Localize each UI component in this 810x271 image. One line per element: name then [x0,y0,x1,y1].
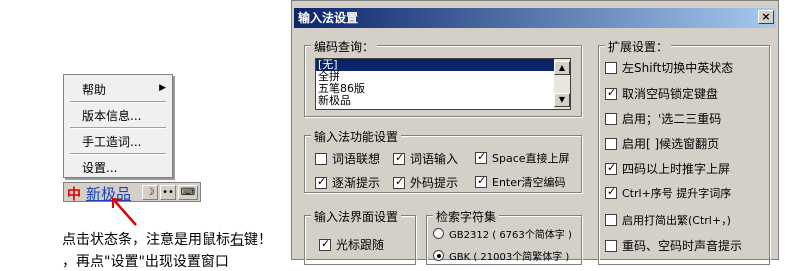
checkbox-word-input[interactable]: 词语输入 [393,150,458,167]
radio-button[interactable] [433,250,444,261]
checkbox-label: 逐渐提示 [332,176,381,190]
checkbox-label: 外码提示 [410,176,459,190]
checkbox-traditional-output[interactable]: 启用打简出繁(Ctrl+，) [605,212,731,228]
checkbox-enter-clear[interactable]: Enter清空编码 [475,174,566,190]
menu-item-label: 帮助 [82,83,107,97]
instruction-line-1: 点击状态条，注意是用鼠标右键！ [62,229,272,249]
checkbox-ctrl-number[interactable]: Ctrl+序号 提升字词序 [605,185,731,201]
instruction-line-2: ，再点"设置"出现设置窗口 [62,251,229,271]
extension-settings-group: 扩展设置： 左Shift切换中英状态 取消空码锁定键盘 启用；'选二三重码 启用… [598,38,770,265]
caption-text: 键！ [244,232,272,248]
menu-item-version[interactable]: 版本信息... [82,107,141,124]
checkbox-label: 词语输入 [410,152,459,166]
context-menu: 帮助 ▶ 版本信息... 手工造词... 设置... [63,74,173,178]
checkbox-box[interactable] [605,214,617,226]
keyboard-icon[interactable]: ⌨ [178,185,198,200]
group-title: 扩展设置： [605,38,672,55]
menu-separator [70,101,166,103]
checkbox-word-association[interactable]: 词语联想 [315,150,380,167]
checkbox-sound-hint[interactable]: 重码、空码时声音提示 [605,237,742,254]
checkbox-label: 左Shift切换中英状态 [622,61,734,75]
checkbox-label: 词语联想 [332,152,381,166]
scroll-down-icon[interactable]: ▼ [554,93,570,107]
radio-label: GBK ( 21003个简繁体字 ) [449,252,570,263]
checkbox-label: 启用[ ]候选窗翻页 [622,137,720,151]
encoding-query-group: 编码查询： [无] 全拼 五笔86版 新极品 ▲ ▼ [304,38,582,117]
checkbox-box[interactable] [475,150,487,164]
menu-item-settings[interactable]: 设置... [82,159,117,176]
menu-item-help[interactable]: 帮助 [82,81,106,98]
listbox-scrollbar[interactable]: ▲ ▼ [554,59,570,109]
checkbox-box[interactable] [319,237,331,251]
checkbox-label: 取消空码锁定键盘 [622,87,719,101]
checkbox-box[interactable] [605,161,617,175]
checkbox-cancel-lock[interactable]: 取消空码锁定键盘 [605,85,718,102]
radio-gb2312[interactable]: GB2312 ( 6763个简体字 ) [433,226,572,241]
dialog-titlebar[interactable]: 输入法设置 × [294,8,776,28]
caption-emphasis: 右 [230,232,244,248]
checkbox-cursor-follow[interactable]: 光标跟随 [319,236,384,253]
checkbox-box[interactable] [315,153,327,165]
checkbox-bracket-page[interactable]: 启用[ ]候选窗翻页 [605,135,719,152]
checkbox-box[interactable] [605,113,617,125]
checkbox-box[interactable] [393,151,405,165]
checkbox-box[interactable] [475,174,487,188]
group-title: 输入法功能设置 [311,128,402,145]
menu-separator [70,127,166,129]
checkbox-box[interactable] [315,175,327,189]
scroll-up-icon[interactable]: ▲ [554,61,570,75]
list-item[interactable]: 五笔86版 [316,83,570,95]
menu-item-manual-word[interactable]: 手工造词... [82,133,141,150]
charset-group: 检索字符集 GB2312 ( 6763个简体字 ) GBK ( 21003个简繁… [426,208,582,265]
caption-text: ，再点"设置"出现设置窗口 [62,254,229,270]
radio-gbk[interactable]: GBK ( 21003个简繁体字 ) [433,248,569,263]
ime-function-group: 输入法功能设置 词语联想 词语输入 Space直接上屏 逐渐提示 外码提示 En… [304,128,582,193]
checkbox-four-code-commit[interactable]: 四码以上时推字上屏 [605,160,730,177]
radio-label: GB2312 ( 6763个简体字 ) [449,230,572,241]
group-title: 检索字符集 [433,208,500,225]
list-item[interactable]: [无] [316,59,570,71]
radio-button[interactable] [433,228,444,239]
checkbox-label: Ctrl+序号 提升字词序 [622,187,732,200]
checkbox-box[interactable] [605,240,617,252]
close-button[interactable]: × [758,10,774,24]
caption-text: 点击状态条，注意是用鼠标 [62,232,230,248]
checkbox-label: 光标跟随 [336,238,385,252]
menu-separator [70,153,166,155]
red-arrow-icon [112,197,137,226]
checkbox-label: Enter清空编码 [492,176,566,189]
checkbox-label: 启用打简出繁(Ctrl+，) [622,214,731,227]
punctuation-toggle[interactable]: •• [160,185,176,200]
moon-icon[interactable]: ☽ [142,185,158,200]
checkbox-box[interactable] [393,175,405,189]
group-title: 编码查询： [311,38,378,55]
checkbox-label: Space直接上屏 [492,152,570,165]
checkbox-label: 重码、空码时声音提示 [622,239,743,253]
list-item[interactable]: 新极品 [316,95,570,107]
ime-settings-dialog: 输入法设置 × 编码查询： [无] 全拼 五笔86版 新极品 ▲ ▼ 输入法功能… [291,0,779,265]
menu-item-label: 设置... [82,161,118,175]
checkbox-box[interactable] [605,86,617,100]
ime-logo-icon[interactable]: 中 [67,184,81,204]
checkbox-box[interactable] [605,185,617,199]
menu-item-label: 手工造词... [82,135,142,149]
ime-ui-group: 输入法界面设置 光标跟随 [304,208,416,265]
checkbox-left-shift[interactable]: 左Shift切换中英状态 [605,59,733,76]
checkbox-box[interactable] [605,138,617,150]
checkbox-label: 启用；'选二三重码 [622,112,722,126]
group-title: 输入法界面设置 [311,208,402,225]
menu-item-label: 版本信息... [82,109,142,123]
checkbox-label: 四码以上时推字上屏 [622,162,731,176]
checkbox-semicolon-select[interactable]: 启用；'选二三重码 [605,110,721,127]
submenu-arrow-icon: ▶ [159,83,166,93]
checkbox-box[interactable] [605,62,617,74]
checkbox-space-commit[interactable]: Space直接上屏 [475,150,570,166]
checkbox-gradual-hint[interactable]: 逐渐提示 [315,174,380,191]
dialog-title: 输入法设置 [298,11,359,25]
encoding-listbox[interactable]: [无] 全拼 五笔86版 新极品 ▲ ▼ [315,58,571,110]
checkbox-code-hint[interactable]: 外码提示 [393,174,458,191]
